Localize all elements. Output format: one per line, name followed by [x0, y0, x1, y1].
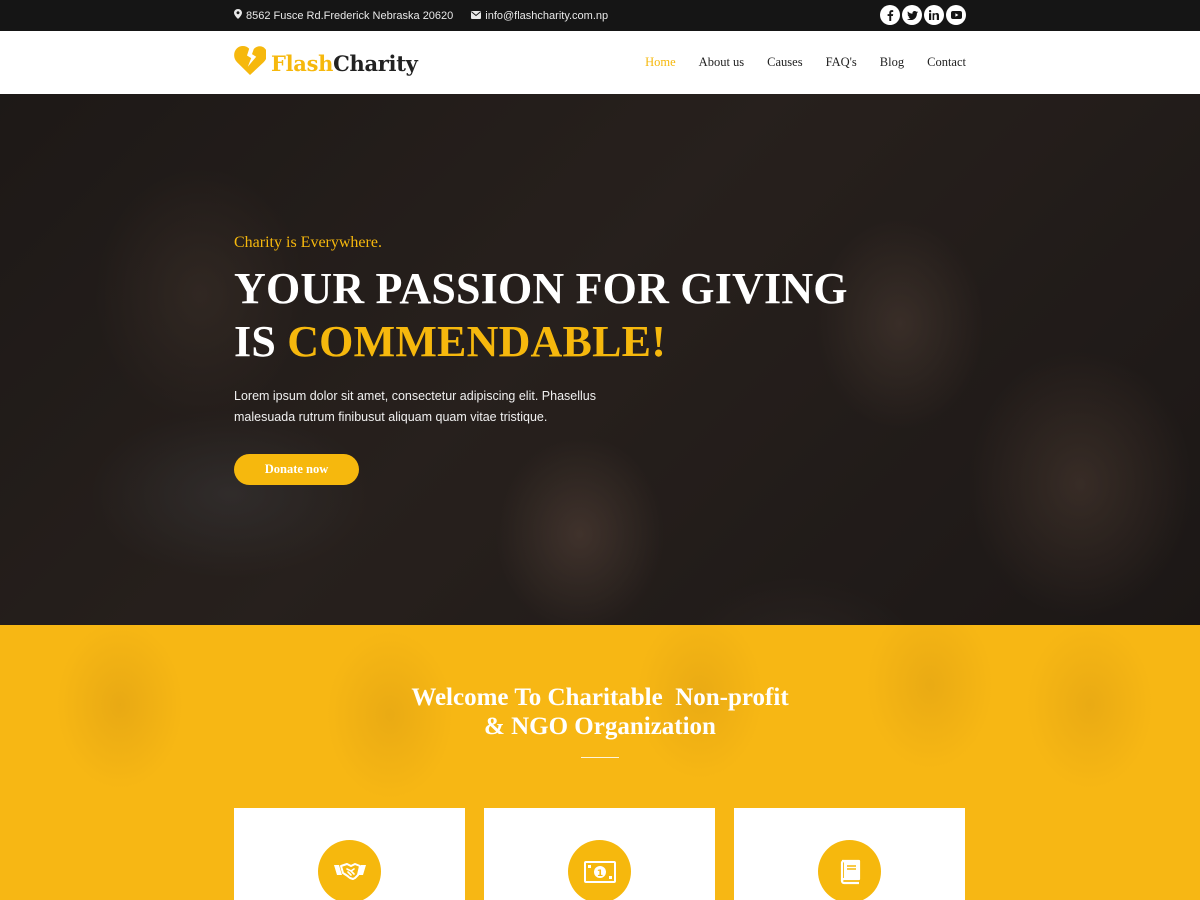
facebook-icon — [886, 9, 894, 21]
headline-line-1: YOUR PASSION FOR GIVING — [234, 264, 848, 313]
hero-content: Charity is Everywhere. YOUR PASSION FOR … — [234, 234, 848, 485]
hero-tagline: Charity is Everywhere. — [234, 234, 382, 251]
site-logo[interactable]: FlashCharity — [234, 46, 418, 81]
nav-causes[interactable]: Causes — [767, 55, 802, 70]
twitter-icon — [906, 10, 918, 20]
money-bill-icon: 1 — [568, 840, 631, 900]
headline-exclamation: ! — [651, 317, 667, 366]
feature-card-1[interactable] — [234, 808, 465, 900]
welcome-section: Welcome To Charitable Non-profit & NGO O… — [0, 625, 1200, 900]
address-item: 8562 Fusce Rd.Frederick Nebraska 20620 — [234, 9, 453, 22]
logo-text: FlashCharity — [271, 51, 418, 76]
facebook-button[interactable] — [880, 5, 900, 25]
title-divider — [581, 757, 619, 758]
envelope-icon — [471, 10, 485, 22]
main-nav: Home About us Causes FAQ's Blog Contact — [622, 31, 966, 94]
email-link[interactable]: info@flashcharity.com.np — [485, 10, 608, 22]
svg-text:1: 1 — [596, 869, 602, 879]
hero-description: Lorem ipsum dolor sit amet, consectetur … — [234, 389, 596, 424]
broken-heart-icon — [234, 46, 268, 81]
email-item[interactable]: info@flashcharity.com.np — [471, 10, 608, 22]
youtube-button[interactable] — [946, 5, 966, 25]
linkedin-icon — [929, 10, 939, 20]
handshake-icon — [318, 840, 381, 900]
nav-about-us[interactable]: About us — [699, 55, 745, 70]
welcome-title: Welcome To Charitable Non-profit & NGO O… — [0, 683, 1200, 741]
feature-card-3[interactable] — [734, 808, 965, 900]
headline-line-2-prefix: IS — [234, 317, 288, 366]
donate-now-button[interactable]: Donate now — [234, 454, 359, 485]
feature-card-2[interactable]: 1 — [484, 808, 715, 900]
hero-banner: Charity is Everywhere. YOUR PASSION FOR … — [0, 94, 1200, 625]
nav-blog[interactable]: Blog — [880, 55, 904, 70]
hero-headline: YOUR PASSION FOR GIVING IS COMMENDABLE! — [234, 262, 848, 368]
map-marker-icon — [234, 9, 246, 22]
book-icon — [818, 840, 881, 900]
social-links — [878, 5, 966, 25]
top-bar: 8562 Fusce Rd.Frederick Nebraska 20620 i… — [0, 0, 1200, 31]
welcome-title-line-2: & NGO Organization — [484, 713, 716, 740]
address-text: 8562 Fusce Rd.Frederick Nebraska 20620 — [246, 9, 454, 22]
nav-contact[interactable]: Contact — [927, 55, 966, 70]
twitter-button[interactable] — [902, 5, 922, 25]
nav-faqs[interactable]: FAQ's — [826, 55, 857, 70]
site-header: FlashCharity Home About us Causes FAQ's … — [0, 31, 1200, 94]
contact-info: 8562 Fusce Rd.Frederick Nebraska 20620 i… — [234, 0, 626, 31]
headline-highlight: COMMENDABLE — [287, 317, 652, 366]
linkedin-button[interactable] — [924, 5, 944, 25]
nav-home[interactable]: Home — [645, 55, 676, 70]
youtube-icon — [950, 11, 962, 19]
welcome-title-line-1: Welcome To Charitable Non-profit — [411, 684, 789, 711]
